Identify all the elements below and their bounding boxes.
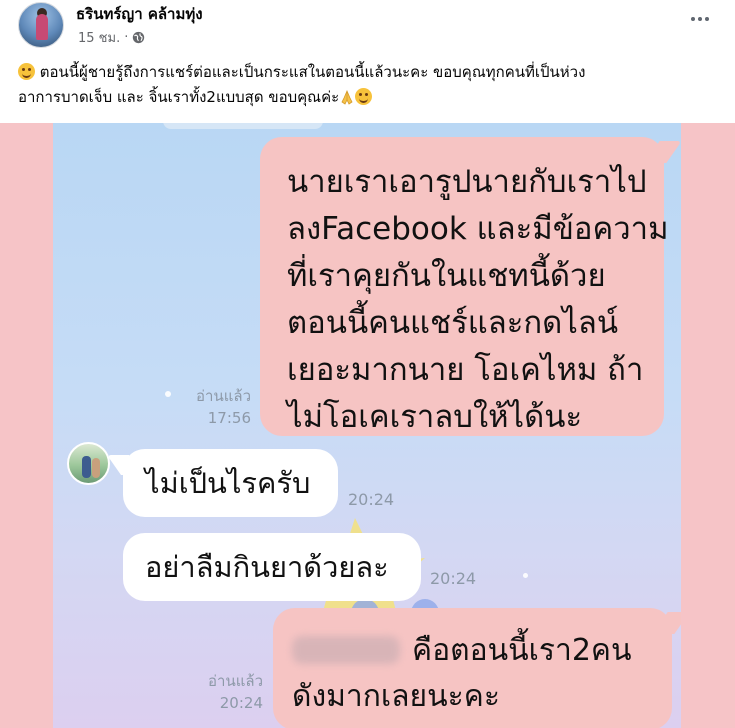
read-label: อ่านแล้ว [196, 387, 251, 405]
caption-line-2: อาการบาดเจ็บ และ จิ้นเราทั้ง2แบบสุด ขอบค… [18, 85, 718, 110]
message-text: ไม่เป็นไรครับ [145, 466, 311, 500]
message-line: นายเราเอารูปนายกับเราไป [287, 164, 647, 200]
message-line: ดังมากเลยนะคะ [292, 679, 500, 714]
read-receipt: อ่านแล้ว 17:56 [186, 385, 251, 429]
smiling-face-emoji-icon [18, 63, 35, 80]
message-line: คือตอนนี้เรา2คน [292, 628, 672, 674]
post-photo[interactable]: นายเราเอารูปนายกับเราไป ลงFacebook และมี… [0, 123, 735, 728]
message-line: ตอนนี้คนแชร์และกดไลน์ [287, 305, 619, 341]
message-time: 20:24 [430, 569, 477, 588]
smiling-face-emoji-icon [355, 88, 373, 105]
more-options-icon[interactable] [689, 8, 711, 30]
message-time: 20:24 [219, 694, 263, 712]
incoming-message-bubble[interactable]: ไม่เป็นไรครับ [123, 449, 338, 517]
post-header: ธรินทร์ญา คล้ามทุ่ง 15 ชม. · [0, 0, 735, 52]
own-message-bubble[interactable]: นายเราเอารูปนายกับเราไป ลงFacebook และมี… [260, 137, 669, 436]
message-time: 20:24 [348, 490, 395, 509]
message-text: อย่าลืมกินยาด้วยละ [145, 550, 389, 584]
sparkle-decoration [165, 391, 171, 397]
read-label: อ่านแล้ว [208, 672, 263, 690]
post-time[interactable]: 15 ชม. [78, 27, 120, 48]
message-line-text: คือตอนนี้เรา2คน [412, 633, 632, 668]
blurred-name [292, 636, 400, 664]
post-meta: 15 ชม. · [78, 27, 145, 48]
caption-text-2: อาการบาดเจ็บ และ จิ้นเราทั้ง2แบบสุด ขอบค… [18, 88, 340, 106]
sparkle-decoration [523, 573, 528, 578]
author-name[interactable]: ธรินทร์ญา คล้ามทุ่ง [76, 2, 203, 26]
read-receipt: อ่านแล้ว 20:24 [193, 670, 263, 714]
message-line: ไม่โอเคเราลบให้ได้นะ [287, 399, 583, 435]
message-time: 17:56 [207, 409, 251, 427]
chat-top-edge [163, 123, 323, 129]
globe-icon[interactable] [132, 31, 145, 44]
post-caption: ตอนนี้ผู้ชายรู้ถึงการแชร์ต่อและเป็นกระแส… [18, 60, 718, 110]
author-avatar[interactable] [18, 2, 64, 48]
message-line: เยอะมากนาย โอเคไหม ถ้า [287, 352, 644, 388]
caption-line-1: ตอนนี้ผู้ชายรู้ถึงการแชร์ต่อและเป็นกระแส… [18, 60, 718, 85]
caption-text-1: ตอนนี้ผู้ชายรู้ถึงการแชร์ต่อและเป็นกระแส… [35, 63, 586, 81]
contact-avatar[interactable] [67, 442, 110, 485]
own-message-bubble[interactable]: คือตอนนี้เรา2คน ดังมากเลยนะคะ [273, 608, 672, 728]
folded-hands-emoji-icon [341, 89, 353, 105]
meta-separator: · [124, 30, 129, 45]
incoming-message-bubble[interactable]: อย่าลืมกินยาด้วยละ [123, 533, 421, 601]
message-line: ที่เราคุยกันในแชทนี้ด้วย [287, 258, 606, 294]
chat-screenshot: นายเราเอารูปนายกับเราไป ลงFacebook และมี… [53, 123, 681, 728]
message-line: ลงFacebook และมีข้อความ [287, 211, 669, 247]
